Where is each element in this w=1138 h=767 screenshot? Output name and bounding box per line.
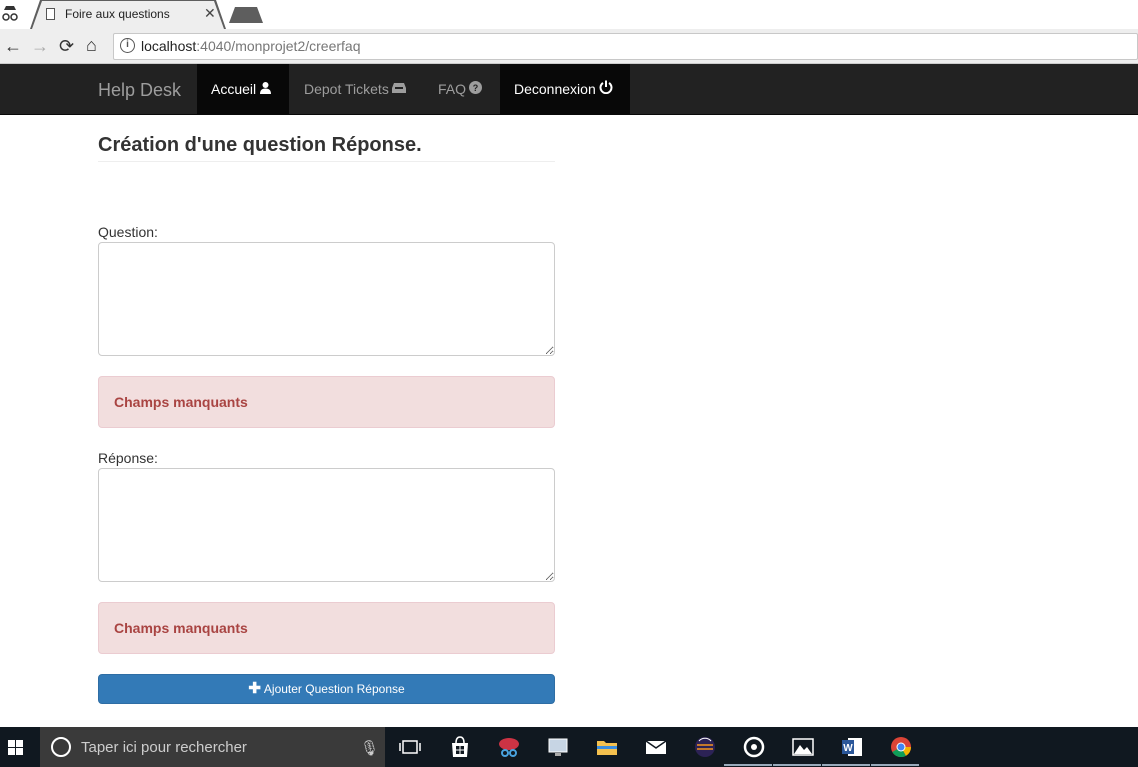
new-tab-button[interactable]: [229, 7, 263, 23]
tab-title: Foire aux questions: [65, 7, 170, 21]
nav-item-label: Depot Tickets: [304, 81, 389, 97]
nav-item-label: FAQ: [438, 81, 467, 97]
task-view-icon[interactable]: [398, 735, 422, 759]
url-host: localhost: [141, 38, 197, 54]
question-error-alert: Champs manquants: [98, 376, 555, 428]
close-tab-icon[interactable]: ✕: [204, 5, 216, 22]
info-icon[interactable]: i: [120, 38, 135, 53]
incognito-icon: [2, 6, 18, 21]
snipping-tool-icon[interactable]: [497, 735, 521, 759]
question-label: Question:: [98, 224, 158, 240]
chrome-icon[interactable]: [889, 735, 913, 759]
nav-item-label: Deconnexion: [514, 81, 596, 97]
title-divider: [98, 161, 555, 162]
mail-icon[interactable]: [644, 735, 668, 759]
active-app-indicator: [773, 764, 821, 766]
document-icon: [46, 8, 55, 20]
reponse-textarea[interactable]: [98, 468, 555, 582]
remote-desktop-icon[interactable]: [546, 735, 570, 759]
back-button[interactable]: ←: [4, 35, 22, 57]
nav-item-faq[interactable]: FAQ?: [424, 64, 499, 115]
photos-icon[interactable]: [791, 735, 815, 759]
microphone-icon[interactable]: 🎙: [360, 739, 379, 757]
word-icon[interactable]: W: [840, 735, 864, 759]
active-app-indicator: [822, 764, 870, 766]
add-faq-button-label: Ajouter Question Réponse: [263, 682, 405, 696]
question-textarea[interactable]: [98, 242, 555, 356]
url-text[interactable]: localhost:4040/monprojet2/creerfaq: [141, 38, 360, 54]
eclipse-icon[interactable]: [693, 735, 717, 759]
file-explorer-icon[interactable]: [595, 735, 619, 759]
question-circle-icon: ?: [469, 81, 483, 94]
nav-item-accueil[interactable]: Accueil: [197, 64, 289, 115]
groove-music-icon[interactable]: [742, 735, 766, 759]
active-app-indicator: [871, 764, 919, 766]
home-button[interactable]: ⌂: [86, 34, 97, 56]
navbar-brand[interactable]: Help Desk: [98, 80, 181, 101]
svg-text:?: ?: [473, 83, 479, 93]
nav-item-deconnexion[interactable]: Deconnexion: [500, 64, 630, 115]
user-icon: [260, 82, 272, 94]
reload-button[interactable]: ⟳: [59, 35, 74, 57]
svg-text:W: W: [843, 743, 853, 754]
reponse-label: Réponse:: [98, 450, 158, 466]
plus-icon: ✚: [248, 680, 261, 697]
forward-button[interactable]: →: [31, 35, 49, 57]
store-icon[interactable]: [448, 735, 472, 759]
power-icon: [599, 80, 613, 94]
url-path: :4040/monprojet2/creerfaq: [196, 38, 361, 54]
nav-item-depot-tickets[interactable]: Depot Tickets: [290, 64, 424, 115]
cortana-icon[interactable]: [51, 737, 71, 757]
nav-item-label: Accueil: [211, 81, 257, 97]
windows-start-icon[interactable]: [8, 740, 24, 756]
page-title: Création d'une question Réponse.: [98, 134, 422, 156]
add-faq-button[interactable]: ✚ Ajouter Question Réponse: [98, 674, 555, 704]
taskbar-search-placeholder[interactable]: Taper ici pour rechercher: [81, 739, 247, 756]
inbox-icon: [391, 83, 406, 93]
reponse-error-alert: Champs manquants: [98, 602, 555, 654]
active-app-indicator: [724, 764, 772, 766]
